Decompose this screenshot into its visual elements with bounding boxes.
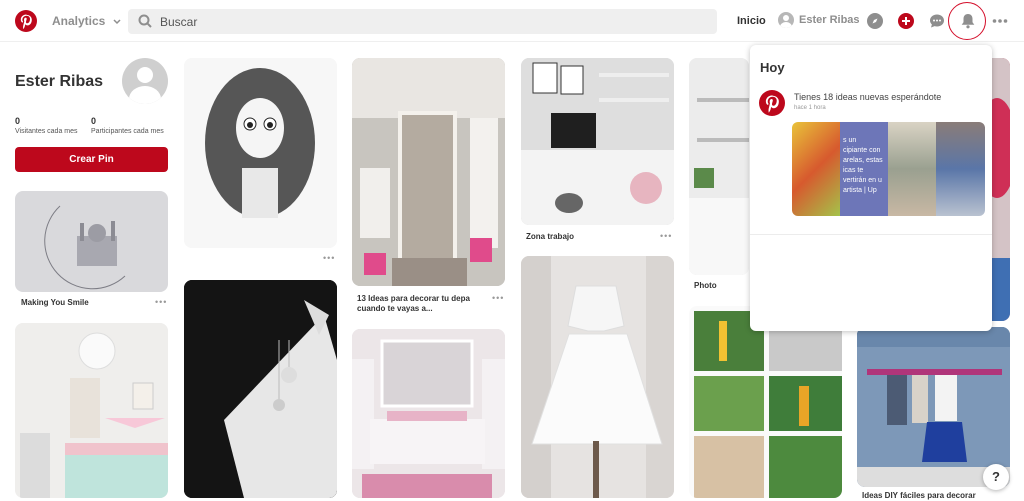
search-bar[interactable]: [128, 9, 717, 34]
search-icon: [138, 14, 152, 28]
home-link[interactable]: Inicio: [737, 15, 766, 27]
create-pin-button[interactable]: Crear Pin: [15, 147, 168, 172]
pin-image-moon[interactable]: [15, 191, 168, 292]
analytics-label: Analytics: [52, 14, 106, 28]
notification-thumbnails[interactable]: s un cipiante con arelas, estas icas te …: [792, 122, 985, 216]
pin-image-white-dress[interactable]: [521, 256, 674, 498]
pin-image-workspace[interactable]: [521, 58, 674, 225]
tattoo-arm-illustration: [184, 280, 337, 498]
user-name: Ester Ribas: [799, 14, 860, 26]
pin-image-office[interactable]: [689, 58, 749, 275]
thumb-2: s un cipiante con arelas, estas icas te …: [840, 122, 888, 216]
office-photo: [689, 58, 749, 275]
curly-hair-girl-sketch: [184, 58, 337, 248]
compass-icon[interactable]: [867, 13, 883, 29]
pin-caption[interactable]: 13 Ideas para decorar tu depa cuando te …: [357, 294, 485, 314]
pinterest-logo-icon[interactable]: [15, 10, 37, 32]
more-icon[interactable]: [992, 13, 1008, 29]
notification-message[interactable]: Tienes 18 ideas nuevas esperándote: [794, 92, 941, 102]
notification-time: hace 1 hora: [794, 105, 826, 111]
user-profile-link[interactable]: Ester Ribas: [778, 12, 860, 28]
pin-more-button[interactable]: •••: [492, 293, 504, 303]
pin-image-vanity[interactable]: [352, 329, 505, 498]
bell-highlight-circle: [948, 2, 986, 40]
toy-car-parking-photo: [689, 306, 842, 498]
thumb-3: [888, 122, 936, 216]
pin-caption[interactable]: Photo: [694, 281, 717, 291]
top-bar: Analytics Inicio Ester Ribas: [0, 0, 1024, 42]
pin-more-button[interactable]: •••: [323, 253, 335, 263]
pin-more-button[interactable]: •••: [155, 297, 167, 307]
stat-participants: 0 Participantes cada mes: [91, 116, 164, 135]
pin-image-tattoo-art[interactable]: [184, 280, 337, 498]
pin-caption[interactable]: Ideas DIY fáciles para decorar: [862, 491, 976, 501]
thumb-1: [792, 122, 840, 216]
pin-image-bedroom[interactable]: [15, 323, 168, 498]
wardrobe-photo: [857, 327, 1010, 487]
pinterest-logo-icon: [759, 90, 785, 116]
pin-image-mirror-room[interactable]: [352, 58, 505, 286]
pin-image-car-shelves[interactable]: [689, 306, 842, 498]
bedroom-photo: [15, 323, 168, 498]
pin-image-girl-sketch[interactable]: [184, 58, 337, 248]
analytics-menu[interactable]: Analytics: [52, 14, 121, 28]
workspace-photo: [521, 58, 674, 225]
notifications-heading: Hoy: [760, 60, 785, 75]
pin-more-button[interactable]: •••: [660, 231, 672, 241]
help-button[interactable]: ?: [983, 464, 1009, 490]
profile-avatar[interactable]: [122, 58, 168, 104]
mirror-room-photo: [352, 58, 505, 286]
divider: [750, 234, 992, 235]
pin-caption[interactable]: Making You Smile: [21, 298, 89, 308]
white-dress-photo: [521, 256, 674, 498]
vanity-desk-photo: [352, 329, 505, 498]
moon-castle-illustration: [44, 205, 126, 290]
profile-name[interactable]: Ester Ribas: [15, 73, 103, 91]
pin-caption[interactable]: Zona trabajo: [526, 232, 574, 242]
plus-icon[interactable]: [898, 13, 914, 29]
notifications-panel: Hoy Tienes 18 ideas nuevas esperándote h…: [750, 45, 992, 331]
chat-icon[interactable]: [929, 13, 945, 29]
search-input[interactable]: [160, 9, 700, 34]
chevron-down-icon: [113, 19, 121, 25]
thumb-4: [936, 122, 985, 216]
stat-visitors: 0 Visitantes cada mes: [15, 116, 78, 135]
pin-image-wardrobe[interactable]: [857, 327, 1010, 487]
avatar: [778, 12, 794, 28]
